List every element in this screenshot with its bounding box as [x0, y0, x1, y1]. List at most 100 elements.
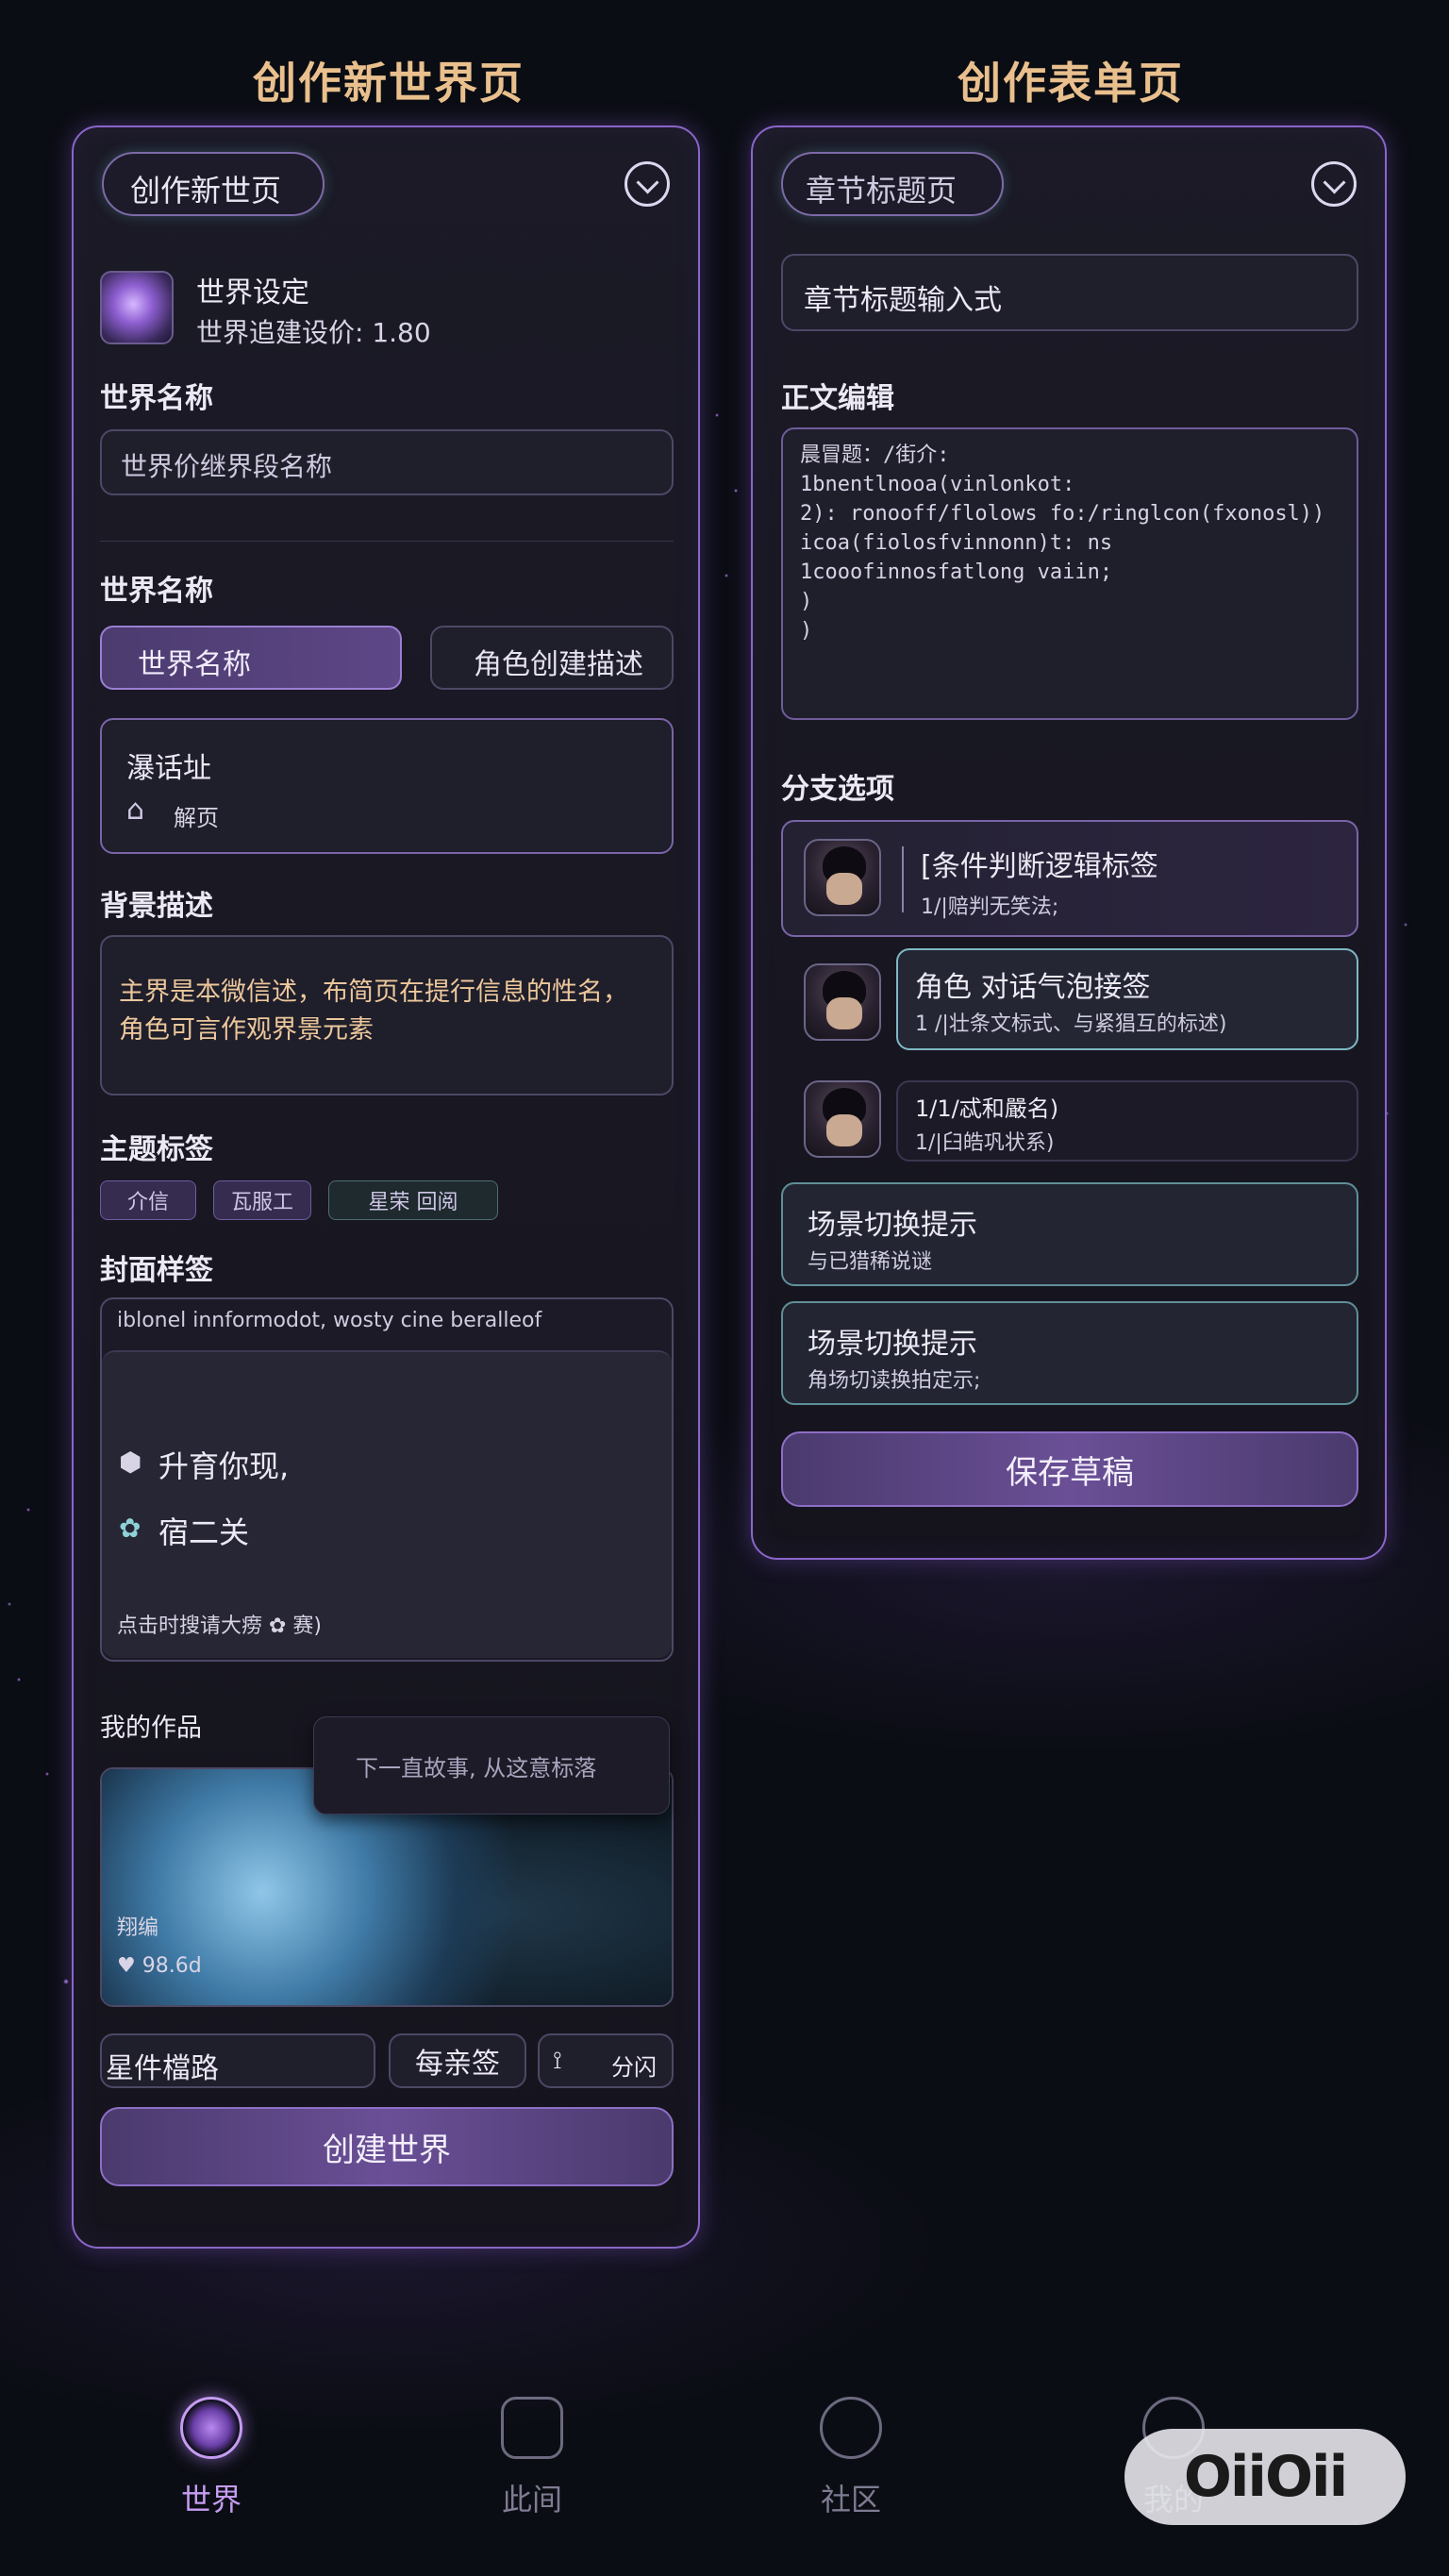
left-page-heading: 创作新世界页 — [253, 58, 525, 109]
bottom-button-2[interactable]: ⟟ 分闪 — [538, 2033, 674, 2088]
planet-icon — [180, 2397, 242, 2459]
character-avatar — [804, 963, 881, 1041]
nav-item-messages[interactable]: 此间 — [457, 2397, 608, 2519]
code-line-7: ) — [800, 619, 813, 643]
branch-option-3-sub: 1/|臼皓巩状系) — [915, 1131, 1055, 1155]
background-desc-line2: 角色可言作观界景元素 — [119, 1015, 374, 1045]
world-name-label: 世界名称 — [100, 382, 213, 415]
world-thumbnail — [100, 271, 174, 344]
header-pill-label: 创作新世页 — [130, 173, 282, 209]
character-avatar — [804, 839, 881, 916]
world-setting-title: 世界设定 — [196, 276, 309, 309]
create-world-button-label: 创建世界 — [323, 2131, 451, 2169]
shield-icon: ⬢ — [119, 1447, 142, 1478]
bottom-input-label: 星件檔路 — [106, 2052, 219, 2085]
theme-tag-2-label: 瓦服工 — [230, 1191, 293, 1214]
create-form-panel: 章节标题页 章节标题输入式 正文编辑 晨冒题：/街介: 1bnentlnooa(v… — [751, 125, 1387, 1560]
info-card-title: 瀑话址 — [126, 752, 211, 785]
cover-bottom-hint: 点击时搜请大痨 ✿ 赛) — [117, 1614, 323, 1638]
nav-item-world-label: 世界 — [180, 2482, 242, 2517]
cover-dropdown[interactable]: ⬢ 升育你现, ✿ 宿二关 点击时搜请大痨 ✿ 赛) — [102, 1350, 672, 1658]
nav-item-community[interactable]: 社区 — [775, 2397, 926, 2519]
code-line-6: ) — [800, 590, 813, 613]
code-block: 晨冒题：/街介: 1bnentlnooa(vinlonkot: 2): ronoof… — [800, 441, 1324, 645]
branch-option-1-sub: 1/|赔判无笑法; — [921, 895, 1059, 919]
header-pill[interactable]: 创作新世页 — [102, 152, 325, 216]
background-desc-label: 背景描述 — [100, 890, 213, 923]
cover-option-2[interactable]: 宿二关 — [158, 1509, 249, 1552]
theme-tag-1-label: 介信 — [126, 1191, 169, 1214]
theme-tag-3-label: 星荣 回阅 — [368, 1191, 458, 1214]
save-draft-button-label: 保存草稿 — [1006, 1453, 1134, 1492]
background-desc-textarea[interactable]: 主界是本微信述，布简页在提行信息的性名， 角色可言作观界景元素 — [100, 935, 674, 1096]
branch-option-2-title: 角色 对话气泡接签 — [915, 971, 1151, 1004]
right-page-heading: 创作表单页 — [958, 58, 1184, 109]
code-line-3: 2): ronooff/flolows fo:/ringlcon(fxonosl… — [800, 502, 1325, 526]
segment-world-name-label: 世界名称 — [138, 648, 251, 681]
branch-option-1-title: [条件判断逻辑标签 — [921, 850, 1158, 883]
character-avatar — [804, 1080, 881, 1158]
create-world-button[interactable]: 创建世界 — [100, 2107, 674, 2186]
share-icon: ⟟ — [553, 2047, 562, 2075]
chapter-title-value: 章节标题输入式 — [804, 284, 1002, 317]
code-line-1: 晨冒题：/街介: — [800, 443, 950, 467]
watermark-logo: OiiOii — [1124, 2429, 1406, 2525]
bottom-button-2-label: 分闪 — [611, 2054, 657, 2081]
branch-option-1[interactable]: [条件判断逻辑标签 1/|赔判无笑法; — [781, 820, 1358, 937]
header-pill-label: 章节标题页 — [806, 173, 958, 209]
cover-container: iblonel innformodot, wosty cine beralleo… — [100, 1297, 674, 1662]
nav-item-messages-label: 此间 — [501, 2482, 562, 2517]
create-world-panel: 创作新世页 世界设定 世界追建设价: 1.80 世界名称 世界价继界段名称 世界… — [72, 125, 700, 2249]
theme-tag-2[interactable]: 瓦服工 — [213, 1180, 311, 1220]
body-editor-label: 正文编辑 — [781, 382, 894, 415]
tooltip-text: 下一直故事, 从这意标落 — [356, 1755, 597, 1781]
segment-world-name[interactable]: 世界名称 — [100, 626, 402, 690]
segment-character-desc[interactable]: 角色创建描述 — [430, 626, 674, 690]
watermark-text: OiiOii — [1183, 2444, 1348, 2510]
chevron-down-icon[interactable] — [1311, 161, 1357, 207]
world-name-input[interactable]: 世界价继界段名称 — [100, 429, 674, 495]
info-card-subtitle: 解页 — [174, 805, 219, 831]
world-setting-subtitle: 世界追建设价: 1.80 — [196, 317, 431, 348]
theme-tag-3[interactable]: 星荣 回阅 — [328, 1180, 498, 1220]
chapter-title-input[interactable]: 章节标题输入式 — [781, 254, 1358, 331]
scene-switch-2-sub: 角场切读换拍定示; — [808, 1369, 981, 1393]
home-icon: ⌂ — [126, 794, 145, 827]
cover-top-text: iblonel innformodot, wosty cine beralleo… — [117, 1309, 542, 1332]
work-likes: ♥ 98.6d — [117, 1954, 202, 1978]
branch-option-3[interactable]: 1/1/忒和嚴名) 1/|臼皓巩状系) — [896, 1080, 1358, 1162]
scene-switch-1-title: 场景切换提示 — [808, 1209, 977, 1242]
world-name-placeholder: 世界价继界段名称 — [121, 451, 333, 482]
branch-option-2-sub: 1 /|壮条文标式、与紧猖互的标述) — [915, 1012, 1227, 1036]
header-pill[interactable]: 章节标题页 — [781, 152, 1004, 216]
cover-label: 封面样签 — [100, 1254, 213, 1287]
divider — [100, 541, 674, 542]
theme-tag-1[interactable]: 介信 — [100, 1180, 196, 1220]
cover-option-1[interactable]: 升育你现, — [158, 1443, 289, 1486]
branch-option-3-title: 1/1/忒和嚴名) — [915, 1096, 1059, 1122]
branch-options-label: 分支选项 — [781, 773, 894, 806]
theme-tags-label: 主题标签 — [100, 1133, 213, 1166]
scene-switch-2[interactable]: 场景切换提示 角场切读换拍定示; — [781, 1301, 1358, 1405]
body-editor[interactable]: 晨冒题：/街介: 1bnentlnooa(vinlonkot: 2): ronoof… — [781, 427, 1358, 720]
code-line-2: 1bnentlnooa(vinlonkot: — [800, 473, 1075, 496]
scene-switch-2-title: 场景切换提示 — [808, 1328, 977, 1361]
scene-switch-1-sub: 与已猎稀说谜 — [808, 1250, 933, 1274]
code-line-5: 1cooofinnosfatlong vaiin; — [800, 560, 1113, 584]
nav-item-world[interactable]: 世界 — [136, 2397, 287, 2519]
segment-character-desc-label: 角色创建描述 — [474, 648, 643, 681]
chat-bubble-icon — [501, 2397, 563, 2459]
tooltip: 下一直故事, 从这意标落 — [313, 1716, 670, 1815]
chevron-down-icon[interactable] — [625, 161, 670, 207]
bottom-button-1-label: 每亲签 — [415, 2048, 500, 2081]
bottom-input[interactable]: 星件檔路 — [100, 2033, 375, 2088]
info-card[interactable]: 瀑话址 ⌂ 解页 — [100, 718, 674, 854]
bottom-button-1[interactable]: 每亲签 — [389, 2033, 526, 2088]
save-draft-button[interactable]: 保存草稿 — [781, 1431, 1358, 1507]
nav-item-community-label: 社区 — [820, 2482, 881, 2517]
my-works-label: 我的作品 — [100, 1714, 202, 1743]
world-name-label-2: 世界名称 — [100, 575, 213, 608]
scene-switch-1[interactable]: 场景切换提示 与已猎稀说谜 — [781, 1182, 1358, 1286]
gear-icon: ✿ — [119, 1513, 142, 1544]
branch-option-2[interactable]: 角色 对话气泡接签 1 /|壮条文标式、与紧猖互的标述) — [896, 948, 1358, 1050]
